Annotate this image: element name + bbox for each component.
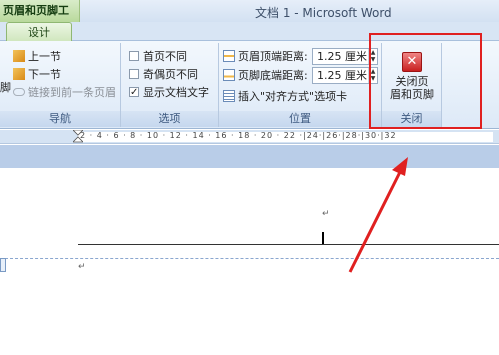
red-arrow-annotation [348, 157, 408, 273]
